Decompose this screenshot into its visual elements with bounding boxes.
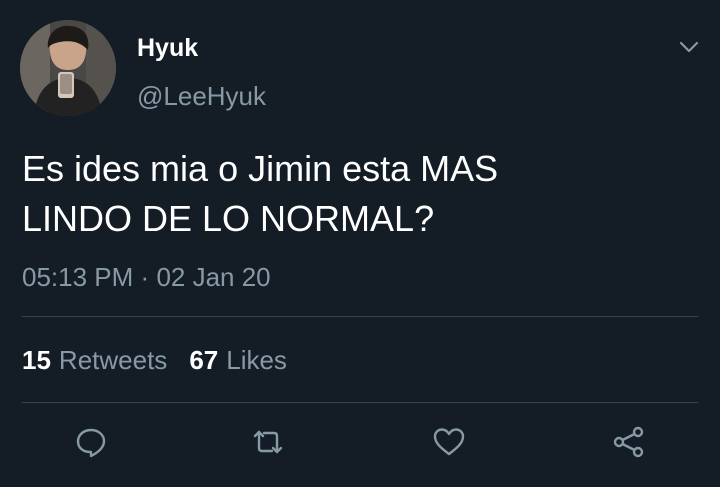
share-button[interactable]: [611, 424, 647, 460]
avatar-photo: [20, 20, 116, 116]
tweet-timestamp[interactable]: 05:13 PM · 02 Jan 20: [22, 260, 271, 294]
likes-count: 67: [189, 345, 219, 375]
avatar[interactable]: [20, 20, 116, 116]
speech-bubble-icon: [76, 428, 106, 458]
reply-button[interactable]: [73, 424, 109, 460]
retweet-button[interactable]: [250, 424, 286, 460]
divider: [22, 402, 698, 403]
retweets-label: Retweets: [58, 345, 168, 375]
heart-icon: [433, 428, 465, 456]
likes-label: Likes: [226, 345, 287, 375]
chevron-down-icon[interactable]: [676, 34, 702, 60]
tweet-detail: Hyuk @LeeHyuk Es ides mia o Jimin esta M…: [0, 0, 720, 487]
tweet-time: 05:13 PM: [22, 262, 134, 292]
tweet-date: 02 Jan 20: [156, 262, 271, 292]
user-handle[interactable]: @LeeHyuk: [137, 80, 266, 112]
tweet-stats: 15 Retweets 67 Likes: [22, 343, 309, 377]
like-button[interactable]: [431, 424, 467, 460]
retweets-stat[interactable]: 15 Retweets: [22, 343, 167, 377]
retweets-count: 15: [22, 345, 51, 375]
display-name[interactable]: Hyuk: [137, 33, 198, 63]
share-nodes-icon: [613, 426, 644, 458]
meta-separator: ·: [140, 262, 150, 292]
divider: [22, 316, 698, 317]
retweet-arrows-icon: [253, 430, 283, 454]
likes-stat[interactable]: 67 Likes: [189, 343, 287, 377]
tweet-text: Es ides mia o Jimin esta MAS LINDO DE LO…: [22, 148, 499, 239]
